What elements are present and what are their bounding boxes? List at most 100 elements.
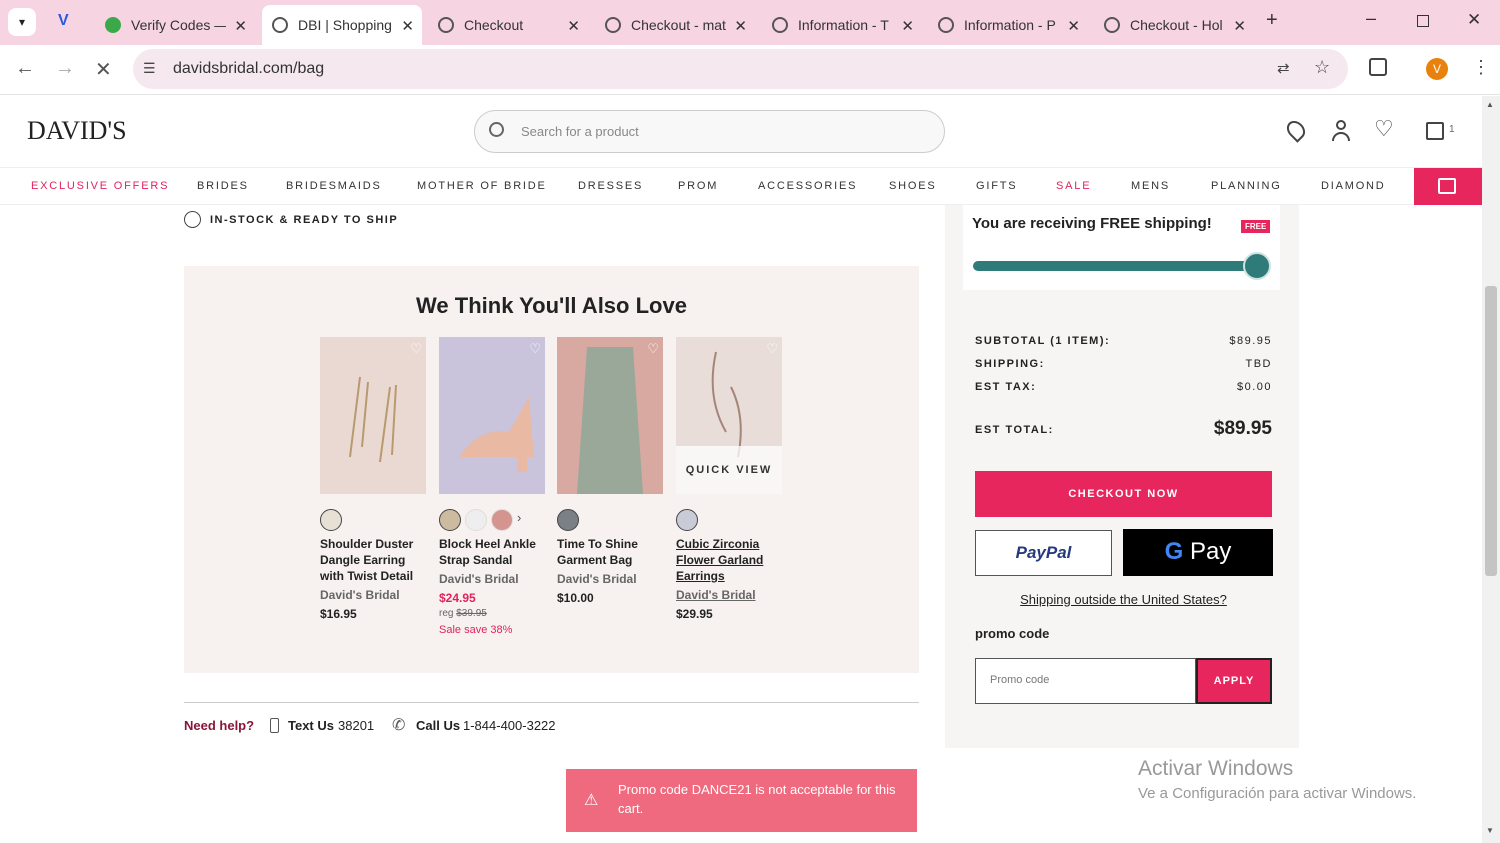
nav-dresses[interactable]: DRESSES	[578, 180, 643, 192]
promo-code-input[interactable]: Promo code	[975, 658, 1196, 704]
new-tab-button[interactable]: +	[1266, 9, 1278, 32]
sandal-image	[459, 397, 534, 472]
nav-bridesmaids[interactable]: BRIDESMAIDS	[286, 180, 382, 192]
text-us-label[interactable]: Text Us	[288, 718, 334, 733]
nav-diamond[interactable]: DIAMOND	[1321, 180, 1386, 192]
nav-mens[interactable]: MENS	[1131, 180, 1170, 192]
scrollbar-thumb[interactable]	[1485, 286, 1497, 576]
total-label: EST TOTAL:	[975, 424, 1054, 436]
profile-avatar[interactable]: V	[1426, 58, 1448, 80]
nav-gifts[interactable]: GIFTS	[976, 180, 1017, 192]
recommendations-panel: We Think You'll Also Love ♡ Shoulder Dus…	[184, 266, 919, 673]
color-swatch[interactable]	[320, 509, 342, 531]
forward-arrow-icon[interactable]: →	[55, 57, 75, 80]
close-icon[interactable]: ✕	[567, 17, 580, 35]
nav-brides[interactable]: BRIDES	[197, 180, 249, 192]
color-swatch[interactable]	[491, 509, 513, 531]
pinned-tab-icon[interactable]: V	[58, 12, 69, 30]
close-icon[interactable]: ✕	[901, 17, 914, 35]
apply-promo-button[interactable]: APPLY	[1196, 658, 1272, 704]
minimize-button[interactable]: –	[1366, 8, 1376, 29]
tab-list-button[interactable]: ▾	[8, 8, 36, 36]
call-us-number[interactable]: 1-844-400-3222	[463, 718, 556, 733]
tab-checkout[interactable]: Checkout ✕	[428, 5, 588, 45]
translate-icon[interactable]: ⇄	[1277, 59, 1290, 77]
product-sale-price: $24.95	[439, 591, 476, 605]
heart-icon[interactable]: ♡	[1374, 116, 1394, 142]
product-name[interactable]: Cubic Zirconia Flower Garland Earrings	[676, 536, 782, 584]
restore-button[interactable]	[1417, 15, 1429, 27]
wishlist-heart-icon[interactable]: ♡	[647, 341, 659, 357]
product-card[interactable]: ♡ Time To Shine Garment Bag David's Brid…	[557, 337, 663, 605]
site-settings-icon[interactable]: ☰	[143, 60, 156, 77]
back-arrow-icon[interactable]: ←	[15, 57, 35, 80]
product-image[interactable]: ♡	[557, 337, 663, 494]
shipping-progress-bar	[973, 261, 1256, 271]
stop-loading-icon[interactable]: ✕	[95, 57, 112, 82]
close-icon[interactable]: ✕	[1067, 17, 1080, 35]
close-icon[interactable]: ✕	[734, 17, 747, 35]
nav-shoes[interactable]: SHOES	[889, 180, 937, 192]
nav-sale[interactable]: SALE	[1056, 180, 1091, 192]
close-window-button[interactable]: ✕	[1467, 10, 1481, 30]
extensions-icon[interactable]	[1369, 58, 1387, 76]
account-icon[interactable]	[1332, 120, 1350, 142]
appointment-button[interactable]	[1414, 168, 1482, 205]
site-header: DAVID'S Search for a product ♡ 1	[0, 96, 1482, 168]
nav-accessories[interactable]: ACCESSORIES	[758, 180, 857, 192]
color-swatch[interactable]	[676, 509, 698, 531]
shipping-row: SHIPPING: TBD	[975, 358, 1272, 370]
quick-view-button[interactable]: QUICK VIEW	[676, 446, 782, 494]
product-info: Cubic Zirconia Flower Garland Earrings D…	[676, 536, 782, 622]
product-name[interactable]: Time To Shine Garment Bag	[557, 536, 663, 568]
wishlist-heart-icon[interactable]: ♡	[410, 341, 422, 357]
product-card[interactable]: ♡ Shoulder Duster Dangle Earring with Tw…	[320, 337, 426, 621]
shipping-outside-link[interactable]: Shipping outside the United States?	[975, 592, 1272, 607]
text-us-number[interactable]: 38201	[338, 718, 374, 733]
product-image[interactable]: ♡	[320, 337, 426, 494]
product-name[interactable]: Shoulder Duster Dangle Earring with Twis…	[320, 536, 426, 584]
tab-information-t[interactable]: Information - T ✕	[762, 5, 922, 45]
paypal-button[interactable]: PayPal	[975, 530, 1112, 576]
page-scrollbar[interactable]: ▲ ▼	[1482, 96, 1500, 843]
product-card[interactable]: ♡ › Block Heel Ankle Strap Sandal David'…	[439, 337, 545, 636]
tab-verify-codes[interactable]: Verify Codes — ✕	[95, 5, 255, 45]
wishlist-heart-icon[interactable]: ♡	[529, 341, 541, 357]
tab-checkout-mat[interactable]: Checkout - mat ✕	[595, 5, 755, 45]
search-input[interactable]: Search for a product	[474, 110, 945, 153]
product-name[interactable]: Block Heel Ankle Strap Sandal	[439, 536, 545, 568]
nav-exclusive-offers[interactable]: EXCLUSIVE OFFERS	[31, 180, 169, 192]
call-us-label[interactable]: Call Us	[416, 718, 460, 733]
location-pin-icon[interactable]	[1283, 117, 1309, 143]
nav-prom[interactable]: PROM	[678, 180, 718, 192]
google-pay-button[interactable]: G Pay	[1123, 529, 1273, 576]
close-icon[interactable]: ✕	[401, 17, 414, 35]
menu-dots-icon[interactable]: ⋮	[1472, 57, 1490, 78]
star-icon[interactable]: ☆	[1314, 57, 1330, 78]
product-image[interactable]: ♡	[439, 337, 545, 494]
product-brand: David's Bridal	[439, 572, 519, 586]
bag-icon[interactable]	[1426, 122, 1444, 140]
garment-bag-image	[577, 347, 643, 494]
call-icon: ✆	[392, 717, 406, 734]
site-logo[interactable]: DAVID'S	[27, 116, 127, 146]
tab-information-p[interactable]: Information - P ✕	[928, 5, 1088, 45]
product-card[interactable]: ♡ QUICK VIEW Cubic Zirconia Flower Garla…	[676, 337, 782, 621]
tax-row: EST TAX: $0.00	[975, 381, 1272, 393]
tab-checkout-hol[interactable]: Checkout - Hol ✕	[1094, 5, 1254, 45]
wishlist-heart-icon[interactable]: ♡	[766, 341, 778, 357]
color-swatch[interactable]	[465, 509, 487, 531]
need-help-label: Need help?	[184, 718, 255, 733]
tab-dbi-shopping[interactable]: DBI | Shopping ✕	[262, 5, 422, 45]
color-swatch[interactable]	[557, 509, 579, 531]
close-icon[interactable]: ✕	[1233, 17, 1246, 35]
checkout-now-button[interactable]: CHECKOUT NOW	[975, 471, 1272, 517]
product-image[interactable]: ♡ QUICK VIEW	[676, 337, 782, 494]
nav-planning[interactable]: PLANNING	[1211, 180, 1282, 192]
url-bar[interactable]: ☰ davidsbridal.com/bag ⇄ ☆	[133, 49, 1348, 89]
close-icon[interactable]: ✕	[234, 17, 247, 35]
nav-mother-of-bride[interactable]: MOTHER OF BRIDE	[417, 180, 547, 192]
color-swatch[interactable]	[439, 509, 461, 531]
chevron-right-icon[interactable]: ›	[517, 510, 521, 525]
gpay-label: Pay	[1189, 538, 1232, 565]
